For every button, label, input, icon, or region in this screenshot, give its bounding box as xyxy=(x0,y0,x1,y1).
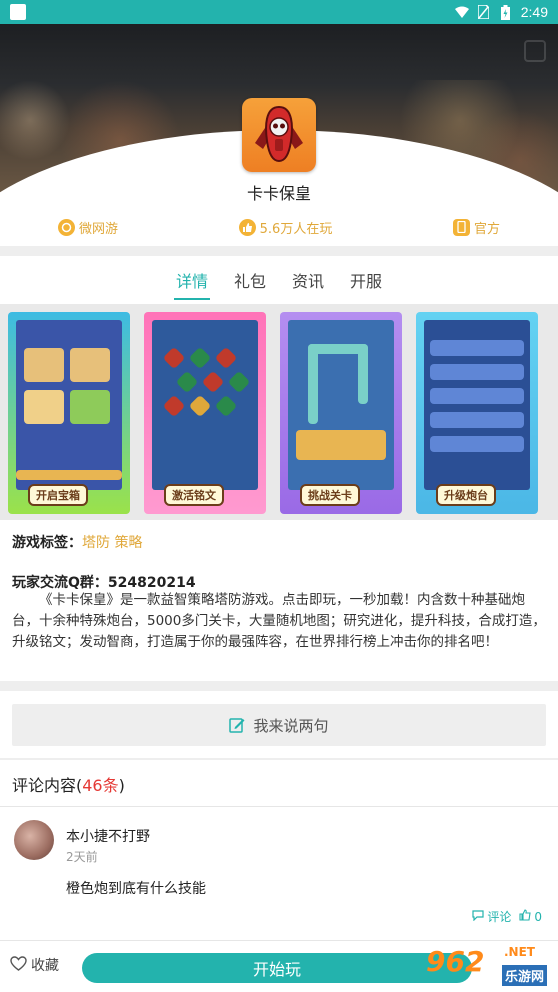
info-players: 5.6万人在玩 xyxy=(238,214,333,240)
game-tags: 游戏标签：塔防 策略 xyxy=(12,532,142,552)
comment-username[interactable]: 本小捷不打野 xyxy=(66,826,150,846)
status-bar: 2:49 xyxy=(0,0,558,24)
gamepad-icon xyxy=(58,218,75,236)
no-sim-icon xyxy=(477,5,491,19)
watermark-number: 962 xyxy=(426,945,485,978)
edit-icon xyxy=(229,717,245,733)
reply-button[interactable]: 评论 xyxy=(472,908,511,925)
screenshot-4-image xyxy=(424,320,530,490)
screenshot-4-caption: 升级炮台 xyxy=(436,484,496,506)
like-button[interactable]: 0 xyxy=(519,908,542,925)
comments-count: 46条 xyxy=(82,776,119,795)
notification-icon xyxy=(10,4,26,20)
favorite-button[interactable]: 收藏 xyxy=(10,955,59,975)
app-icon xyxy=(242,98,316,172)
screenshot-3-caption: 挑战关卡 xyxy=(300,484,360,506)
status-time: 2:49 xyxy=(520,4,548,20)
speech-bubble-icon xyxy=(472,909,484,924)
info-official-label: 官方 xyxy=(473,221,500,237)
screenshot-3[interactable]: 挑战关卡 xyxy=(280,312,402,514)
phone-icon xyxy=(452,218,470,236)
info-official: 官方 xyxy=(452,214,500,240)
start-play-button[interactable]: 开始玩 xyxy=(82,953,472,983)
screenshot-2[interactable]: 激活铭文 xyxy=(144,312,266,514)
app-name: 卡卡保皇 xyxy=(246,184,311,203)
info-category: 微网游 xyxy=(58,214,118,240)
write-comment-button[interactable]: 我来说两句 xyxy=(12,704,546,746)
tab-servers[interactable]: 开服 xyxy=(348,262,384,302)
battery-icon xyxy=(499,4,513,20)
section-divider xyxy=(0,681,558,691)
favorite-label: 收藏 xyxy=(31,958,59,974)
screenshot-1-image xyxy=(16,320,122,490)
comment-text: 橙色炮到底有什么技能 xyxy=(66,881,206,897)
game-tags-value[interactable]: 塔防 策略 xyxy=(82,535,142,551)
thumb-icon xyxy=(238,218,256,236)
comments-divider xyxy=(0,806,558,807)
back-button[interactable] xyxy=(10,42,80,64)
comments-title: 评论内容( xyxy=(12,776,83,795)
share-icon[interactable] xyxy=(524,40,546,62)
game-tags-label: 游戏标签： xyxy=(12,535,82,551)
bottom-bar: 收藏 开始玩 962 .NET 乐游网 xyxy=(0,940,558,992)
watermark-domain: .NET xyxy=(504,945,535,959)
avatar[interactable] xyxy=(14,820,54,860)
tab-gifts[interactable]: 礼包 xyxy=(232,262,268,302)
thumb-up-icon xyxy=(519,909,531,924)
screenshot-1-caption: 开启宝箱 xyxy=(28,484,88,506)
comment-time: 2天前 xyxy=(66,850,98,864)
screenshot-gallery[interactable]: 开启宝箱 激活铭文 挑战关卡 升级炮台 xyxy=(0,304,558,520)
detail-tabs: 详情 礼包 资讯 开服 xyxy=(0,262,558,302)
screenshot-2-image xyxy=(152,320,258,490)
screenshot-3-image xyxy=(288,320,394,490)
game-description: 《卡卡保皇》是一款益智策略塔防游戏。点击即玩，一秒加载！内含数十种基础炮台，十余… xyxy=(12,592,546,650)
heart-icon xyxy=(10,955,27,975)
comment-actions: 评论 0 xyxy=(472,908,542,925)
watermark-site: 乐游网 xyxy=(502,965,548,986)
comments-title-close: ) xyxy=(118,776,125,795)
info-players-label: 5.6万人在玩 xyxy=(259,221,333,237)
qq-group: 玩家交流Q群：524820214 xyxy=(12,575,196,591)
site-watermark: 962 .NET 乐游网 xyxy=(418,943,554,992)
info-category-label: 微网游 xyxy=(79,221,119,237)
section-divider xyxy=(0,246,558,256)
tab-news[interactable]: 资讯 xyxy=(290,262,326,302)
like-count: 0 xyxy=(534,909,542,924)
wifi-icon xyxy=(454,5,469,19)
comment-item: 本小捷不打野 2天前 橙色炮到底有什么技能 评论 0 xyxy=(0,812,558,932)
write-comment-label: 我来说两句 xyxy=(253,716,329,735)
section-divider xyxy=(0,758,558,760)
app-info-row: 微网游 5.6万人在玩 官方 xyxy=(0,214,558,240)
screenshot-4[interactable]: 升级炮台 xyxy=(416,312,538,514)
reply-label: 评论 xyxy=(487,910,512,924)
screenshot-1[interactable]: 开启宝箱 xyxy=(8,312,130,514)
screenshot-2-caption: 激活铭文 xyxy=(164,484,224,506)
comments-header: 评论内容(46条) xyxy=(12,772,125,796)
tab-details[interactable]: 详情 xyxy=(173,262,210,302)
